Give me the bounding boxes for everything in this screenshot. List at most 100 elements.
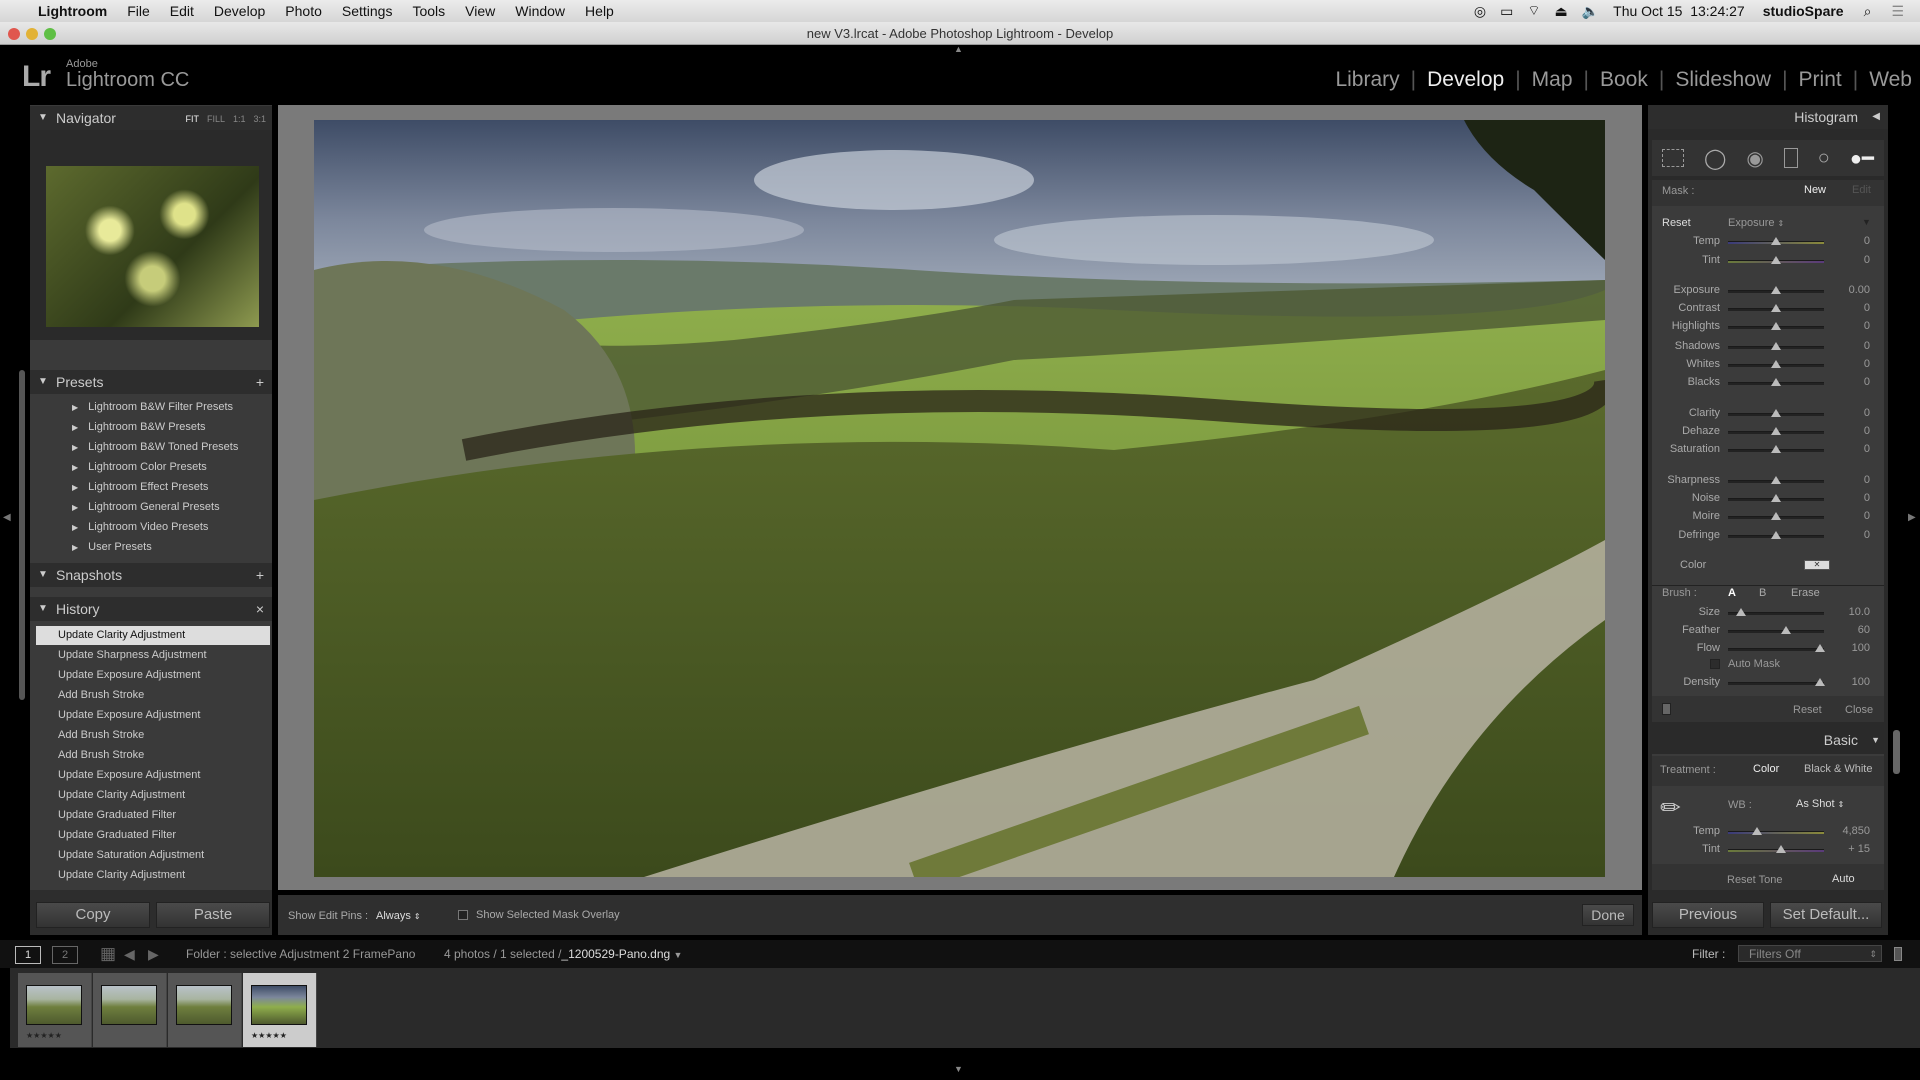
right-panel-toggle-icon[interactable]: ▶: [1908, 512, 1916, 523]
brush-erase-button[interactable]: Erase: [1791, 587, 1820, 599]
menu-tools[interactable]: Tools: [412, 3, 445, 19]
local-sharpness-track[interactable]: [1728, 476, 1824, 484]
history-item[interactable]: Update Graduated Filter: [36, 826, 270, 845]
mask-overlay-label[interactable]: Show Selected Mask Overlay: [476, 909, 620, 921]
local-moire-track[interactable]: [1728, 512, 1824, 520]
module-map[interactable]: Map: [1532, 68, 1573, 92]
filter-select[interactable]: Filters Off ⇕: [1738, 945, 1882, 962]
local-blacks-track[interactable]: [1728, 378, 1824, 386]
history-item[interactable]: Update Exposure Adjustment: [36, 706, 270, 725]
brush-size-thumb[interactable]: [1736, 608, 1747, 616]
red-eye-tool-icon[interactable]: ◉: [1746, 146, 1763, 171]
history-item[interactable]: Update Sharpness Adjustment: [36, 646, 270, 665]
back-arrow-icon[interactable]: ◀: [124, 946, 135, 963]
history-item[interactable]: Update Clarity Adjustment: [36, 626, 270, 645]
brush-feather-track[interactable]: [1728, 626, 1824, 634]
brush-reset-button[interactable]: Reset: [1793, 704, 1822, 716]
history-item[interactable]: Add Brush Stroke: [36, 686, 270, 705]
photo-canvas[interactable]: [314, 120, 1605, 877]
wb-tint-value[interactable]: + 15: [1820, 843, 1870, 855]
done-button[interactable]: Done: [1582, 904, 1634, 926]
menu-settings[interactable]: Settings: [342, 3, 393, 19]
menu-window[interactable]: Window: [515, 3, 565, 19]
brush-b-button[interactable]: B: [1759, 587, 1766, 599]
radial-filter-tool-icon[interactable]: ○: [1818, 147, 1830, 170]
clock[interactable]: Thu Oct 15 13:24:27: [1613, 3, 1745, 19]
navigator-preview[interactable]: [30, 130, 272, 340]
history-item[interactable]: Add Brush Stroke: [36, 746, 270, 765]
local-moire-thumb[interactable]: [1771, 512, 1781, 520]
history-item[interactable]: Update Clarity Adjustment: [36, 786, 270, 805]
module-slideshow[interactable]: Slideshow: [1675, 68, 1771, 92]
module-develop[interactable]: Develop: [1427, 68, 1504, 92]
wb-temp-value[interactable]: 4,850: [1820, 825, 1870, 837]
bottom-panel-toggle-icon[interactable]: ▼: [954, 1064, 963, 1074]
brush-feather-value[interactable]: 60: [1820, 624, 1870, 636]
module-book[interactable]: Book: [1600, 68, 1648, 92]
add-snapshot-icon[interactable]: +: [256, 563, 264, 587]
local-whites-track[interactable]: [1728, 360, 1824, 368]
preset-folder[interactable]: ▶ Lightroom Color Presets: [72, 461, 207, 473]
local-noise-thumb[interactable]: [1771, 494, 1781, 502]
wb-select[interactable]: As Shot ⇕: [1796, 798, 1844, 810]
right-panel-scrollbar[interactable]: [1893, 730, 1900, 774]
history-item[interactable]: Update Saturation Adjustment: [36, 846, 270, 865]
navigator-header[interactable]: ▼ Navigator FIT FILL 1:1 3:1: [30, 106, 272, 130]
preset-folder[interactable]: ▶ Lightroom Video Presets: [72, 521, 208, 533]
menu-photo[interactable]: Photo: [285, 3, 322, 19]
preset-folder[interactable]: ▶ Lightroom General Presets: [72, 501, 220, 513]
local-temp-value[interactable]: 0: [1820, 235, 1870, 247]
preset-folder[interactable]: ▶ Lightroom B&W Toned Presets: [72, 441, 238, 453]
creative-cloud-icon[interactable]: ◎: [1474, 3, 1486, 20]
spotlight-search-icon[interactable]: ⌕: [1864, 3, 1872, 20]
filmstrip-thumbnail[interactable]: ★★★★★: [18, 973, 92, 1047]
local-dehaze-track[interactable]: [1728, 427, 1824, 435]
local-blacks-thumb[interactable]: [1771, 378, 1781, 386]
preset-folder[interactable]: ▶ User Presets: [72, 541, 152, 553]
menu-edit[interactable]: Edit: [170, 3, 194, 19]
effect-select[interactable]: Exposure ⇕: [1728, 217, 1784, 229]
crop-overlay-tool-icon[interactable]: [1661, 149, 1684, 167]
copy-button[interactable]: Copy: [36, 902, 150, 928]
module-print[interactable]: Print: [1799, 68, 1842, 92]
local-shadows-thumb[interactable]: [1771, 342, 1781, 350]
preset-folder[interactable]: ▶ Lightroom Effect Presets: [72, 481, 208, 493]
grid-view-icon[interactable]: ▦: [100, 944, 116, 964]
local-highlights-value[interactable]: 0: [1820, 320, 1870, 332]
module-library[interactable]: Library: [1335, 68, 1399, 92]
local-contrast-track[interactable]: [1728, 304, 1824, 312]
local-shadows-value[interactable]: 0: [1820, 340, 1870, 352]
local-dehaze-thumb[interactable]: [1771, 427, 1781, 435]
user-name[interactable]: studioSpare: [1763, 3, 1844, 19]
main-window-button[interactable]: 1: [15, 946, 41, 964]
local-tint-track[interactable]: [1728, 256, 1824, 264]
eject-icon[interactable]: ⏏: [1554, 3, 1567, 20]
menu-help[interactable]: Help: [585, 3, 614, 19]
local-saturation-track[interactable]: [1728, 445, 1824, 453]
menu-app[interactable]: Lightroom: [38, 3, 107, 19]
photo-count[interactable]: 4 photos / 1 selected /_1200529-Pano.dng…: [444, 947, 682, 961]
mask-overlay-checkbox[interactable]: [458, 910, 468, 920]
auto-mask-checkbox[interactable]: [1710, 659, 1720, 669]
local-tint-value[interactable]: 0: [1820, 254, 1870, 266]
local-saturation-value[interactable]: 0: [1820, 443, 1870, 455]
volume-icon[interactable]: 🔈: [1582, 3, 1599, 20]
panel-switch-icon[interactable]: [1662, 703, 1671, 715]
top-panel-toggle-icon[interactable]: ▲: [954, 44, 963, 54]
preset-folder[interactable]: ▶ Lightroom B&W Presets: [72, 421, 206, 433]
left-panel-scrollbar[interactable]: [19, 370, 25, 700]
close-window-button[interactable]: [8, 28, 20, 40]
local-sharpness-thumb[interactable]: [1771, 476, 1781, 484]
history-item[interactable]: Add Brush Stroke: [36, 726, 270, 745]
folder-source[interactable]: Folder : selective Adjustment 2 FramePan…: [186, 947, 415, 961]
display-icon[interactable]: ▭: [1500, 3, 1513, 20]
navigator-zoom-0[interactable]: FIT: [185, 114, 199, 124]
local-tint-thumb[interactable]: [1771, 256, 1781, 264]
local-exposure-track[interactable]: [1728, 286, 1824, 294]
wb-temp-thumb[interactable]: [1751, 827, 1762, 835]
brush-density-track[interactable]: [1728, 678, 1826, 686]
wb-tint-track[interactable]: [1728, 845, 1824, 853]
effect-collapse-icon[interactable]: ▼: [1862, 217, 1871, 227]
minimize-window-button[interactable]: [26, 28, 38, 40]
graduated-filter-tool-icon[interactable]: [1783, 148, 1798, 168]
